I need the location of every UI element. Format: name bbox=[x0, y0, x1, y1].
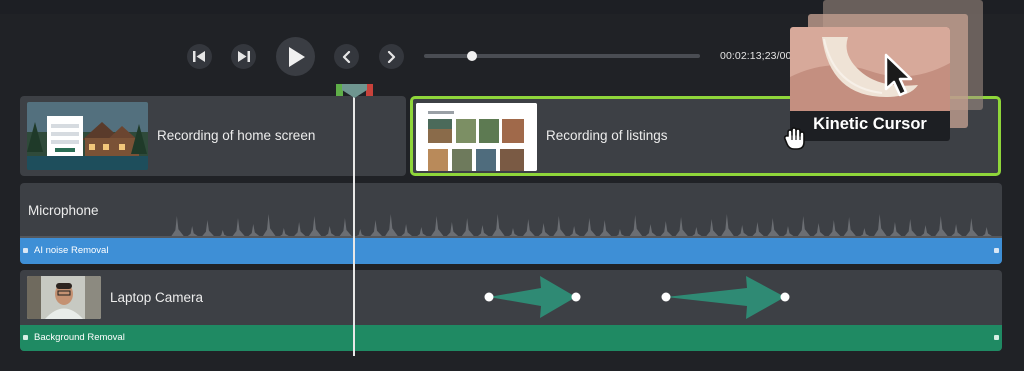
play-button[interactable] bbox=[276, 37, 315, 76]
waveform-peak bbox=[246, 224, 262, 238]
track-label-laptop-camera: Laptop Camera bbox=[110, 290, 204, 305]
waveform-peak bbox=[551, 216, 568, 238]
waveform-peak bbox=[949, 224, 965, 238]
waveform-peak bbox=[490, 214, 507, 238]
waveform-peak bbox=[399, 224, 415, 238]
next-marker-button[interactable] bbox=[379, 44, 404, 69]
preview-card-front: Kinetic Cursor bbox=[790, 27, 950, 141]
waveform-peak bbox=[720, 214, 736, 238]
effect-label-noise-removal: AI noise Removal bbox=[34, 245, 109, 256]
waveform-peak bbox=[964, 218, 980, 238]
waveform-peak bbox=[643, 224, 659, 238]
waveform-peak bbox=[292, 222, 308, 238]
waveform-peak bbox=[704, 219, 720, 238]
effect-handle-left[interactable] bbox=[23, 248, 28, 253]
waveform-peak bbox=[658, 221, 675, 238]
effect-band-background-removal[interactable]: Background Removal bbox=[20, 325, 1002, 351]
effect-handle-right[interactable] bbox=[994, 335, 999, 340]
playhead-line[interactable] bbox=[353, 96, 355, 356]
clip-thumbnail-home-screen bbox=[27, 102, 148, 170]
waveform-peak bbox=[903, 219, 919, 238]
waveform-peak bbox=[170, 216, 186, 238]
play-icon bbox=[288, 46, 305, 67]
scrub-bar[interactable] bbox=[424, 54, 700, 58]
hand-grab-cursor-icon bbox=[783, 127, 805, 150]
waveform-peak bbox=[445, 222, 461, 238]
clip-thumbnail-listings bbox=[416, 103, 537, 171]
waveform-peak bbox=[597, 220, 614, 238]
kinetic-cursor-preview: Kinetic Cursor bbox=[790, 0, 990, 150]
waveform-peak bbox=[750, 222, 766, 238]
clip-label-home-screen: Recording of home screen bbox=[157, 128, 316, 143]
effect-label-background-removal: Background Removal bbox=[34, 332, 125, 343]
step-forward-button[interactable] bbox=[231, 44, 256, 69]
waveform-peak bbox=[674, 217, 690, 238]
audio-waveform bbox=[20, 214, 1002, 238]
step-back-button[interactable] bbox=[187, 44, 212, 69]
kinetic-cursor-title: Kinetic Cursor bbox=[813, 115, 927, 133]
waveform-peak bbox=[628, 215, 644, 238]
effect-handle-right[interactable] bbox=[994, 248, 999, 253]
step-back-icon bbox=[193, 51, 205, 62]
chevron-right-icon bbox=[387, 50, 396, 63]
waveform-peak bbox=[582, 218, 598, 238]
waveform-peak bbox=[796, 216, 812, 238]
clip-label-listings: Recording of listings bbox=[546, 128, 668, 143]
step-forward-icon bbox=[238, 51, 250, 62]
playhead-handle[interactable] bbox=[336, 84, 373, 98]
previous-marker-button[interactable] bbox=[334, 44, 359, 69]
waveform-peak bbox=[261, 214, 277, 238]
waveform-peak bbox=[826, 220, 843, 238]
waveform-peak bbox=[811, 223, 827, 238]
waveform-peak bbox=[521, 219, 537, 238]
timecode: 00:02:13;23/00 bbox=[720, 50, 792, 62]
waveform-peak bbox=[200, 220, 216, 238]
waveform-peak bbox=[307, 216, 323, 238]
scrub-handle[interactable] bbox=[467, 51, 477, 61]
waveform-peak bbox=[765, 218, 782, 238]
waveform-peak bbox=[933, 216, 950, 238]
waveform-peak bbox=[368, 220, 384, 238]
waveform-peak bbox=[338, 218, 354, 238]
waveform-peak bbox=[460, 218, 476, 238]
waveform-peak bbox=[842, 217, 858, 238]
effect-band-noise-removal[interactable]: AI noise Removal bbox=[20, 238, 1002, 264]
waveform-peak bbox=[429, 216, 445, 238]
waveform-peak bbox=[383, 214, 400, 238]
waveform-peak bbox=[888, 222, 904, 238]
effect-handle-left[interactable] bbox=[23, 335, 28, 340]
waveform-peak bbox=[536, 223, 552, 238]
camera-thumbnail bbox=[27, 276, 101, 319]
chevron-left-icon bbox=[342, 50, 351, 63]
waveform-peak bbox=[231, 218, 247, 238]
waveform-peak bbox=[872, 214, 889, 238]
video-clip-home-screen[interactable]: Recording of home screen bbox=[20, 96, 406, 176]
